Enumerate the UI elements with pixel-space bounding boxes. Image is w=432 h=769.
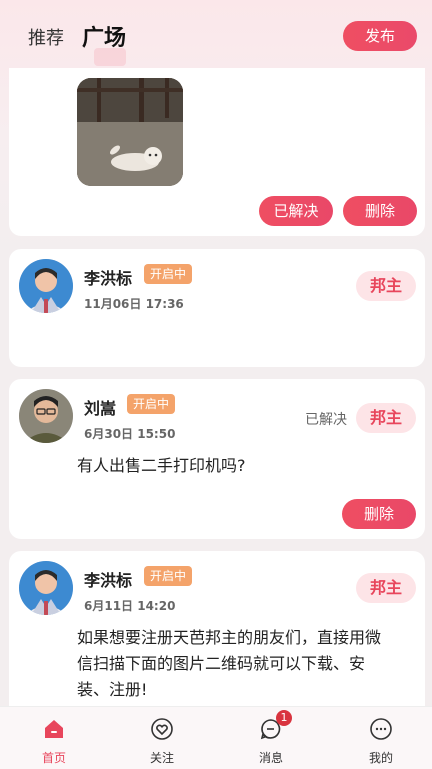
status-badge: 开启中 (144, 566, 193, 586)
nav-label: 我的 (368, 751, 393, 765)
publish-button[interactable]: 发布 (343, 21, 417, 51)
tab-square[interactable]: 广场 (82, 20, 126, 52)
delete-button[interactable]: 删除 (342, 499, 416, 529)
user-name[interactable]: 李洪标 (84, 265, 132, 289)
nav-label: 关注 (149, 751, 174, 765)
post-time: 11月06日 17:36 (84, 297, 184, 311)
post-text: 有人出售二手打印机吗? (77, 456, 246, 475)
avatar[interactable] (19, 259, 73, 313)
post-card: 李洪标 开启中 11月06日 17:36 邦主 (9, 249, 425, 367)
user-name[interactable]: 刘嵩 (84, 395, 116, 419)
post-text-line: 信扫描下面的图片二维码就可以下载、安 (77, 654, 366, 673)
avatar-portrait (19, 561, 73, 615)
avatar[interactable] (19, 389, 73, 443)
kitten-photo (77, 78, 183, 186)
nav-label: 消息 (258, 751, 283, 765)
post-card: 刘嵩 开启中 6月30日 15:50 已解决 邦主 有人出售二手打印机吗? 删除 (9, 379, 425, 539)
heart-icon (151, 718, 173, 740)
role-tag: 邦主 (356, 573, 416, 603)
post-text-line: 装、注册! (77, 680, 148, 699)
nav-mine[interactable]: 我的 (341, 707, 421, 769)
status-badge: 开启中 (127, 394, 176, 414)
top-header: 推荐 广场 发布 (0, 0, 432, 70)
home-icon (45, 720, 63, 738)
role-tag: 邦主 (356, 271, 416, 301)
post-time: 6月30日 15:50 (84, 427, 176, 441)
post-text-line: 如果想要注册天芭邦主的朋友们，直接用微 (77, 628, 382, 647)
avatar[interactable] (19, 561, 73, 615)
post-text: 如果想要注册天芭邦主的朋友们，直接用微 信扫描下面的图片二维码就可以下载、安 装… (77, 625, 381, 703)
profile-icon (370, 718, 392, 740)
tab-recommend[interactable]: 推荐 (28, 24, 64, 50)
post-time: 6月11日 14:20 (84, 599, 176, 613)
nav-home[interactable]: 首页 (14, 707, 94, 769)
post-card: 李洪标 开启中 6月11日 14:20 邦主 如果想要注册天芭邦主的朋友们，直接… (9, 551, 425, 721)
status-badge: 开启中 (144, 264, 193, 284)
nav-messages[interactable]: 1 消息 (231, 707, 311, 769)
resolved-status-text: 已解决 (305, 412, 347, 428)
unread-badge: 1 (276, 710, 292, 726)
avatar-portrait (19, 389, 73, 443)
bottom-nav: 首页 关注 1 消息 我的 (0, 706, 432, 769)
user-name[interactable]: 李洪标 (84, 567, 132, 591)
avatar-portrait (19, 259, 73, 313)
resolved-button[interactable]: 已解决 (259, 196, 333, 226)
nav-label: 首页 (41, 751, 66, 765)
delete-button[interactable]: 删除 (343, 196, 417, 226)
post-card: 已解决 删除 (9, 68, 425, 236)
nav-follow[interactable]: 关注 (122, 707, 202, 769)
post-image[interactable] (77, 78, 183, 186)
role-tag: 邦主 (356, 403, 416, 433)
